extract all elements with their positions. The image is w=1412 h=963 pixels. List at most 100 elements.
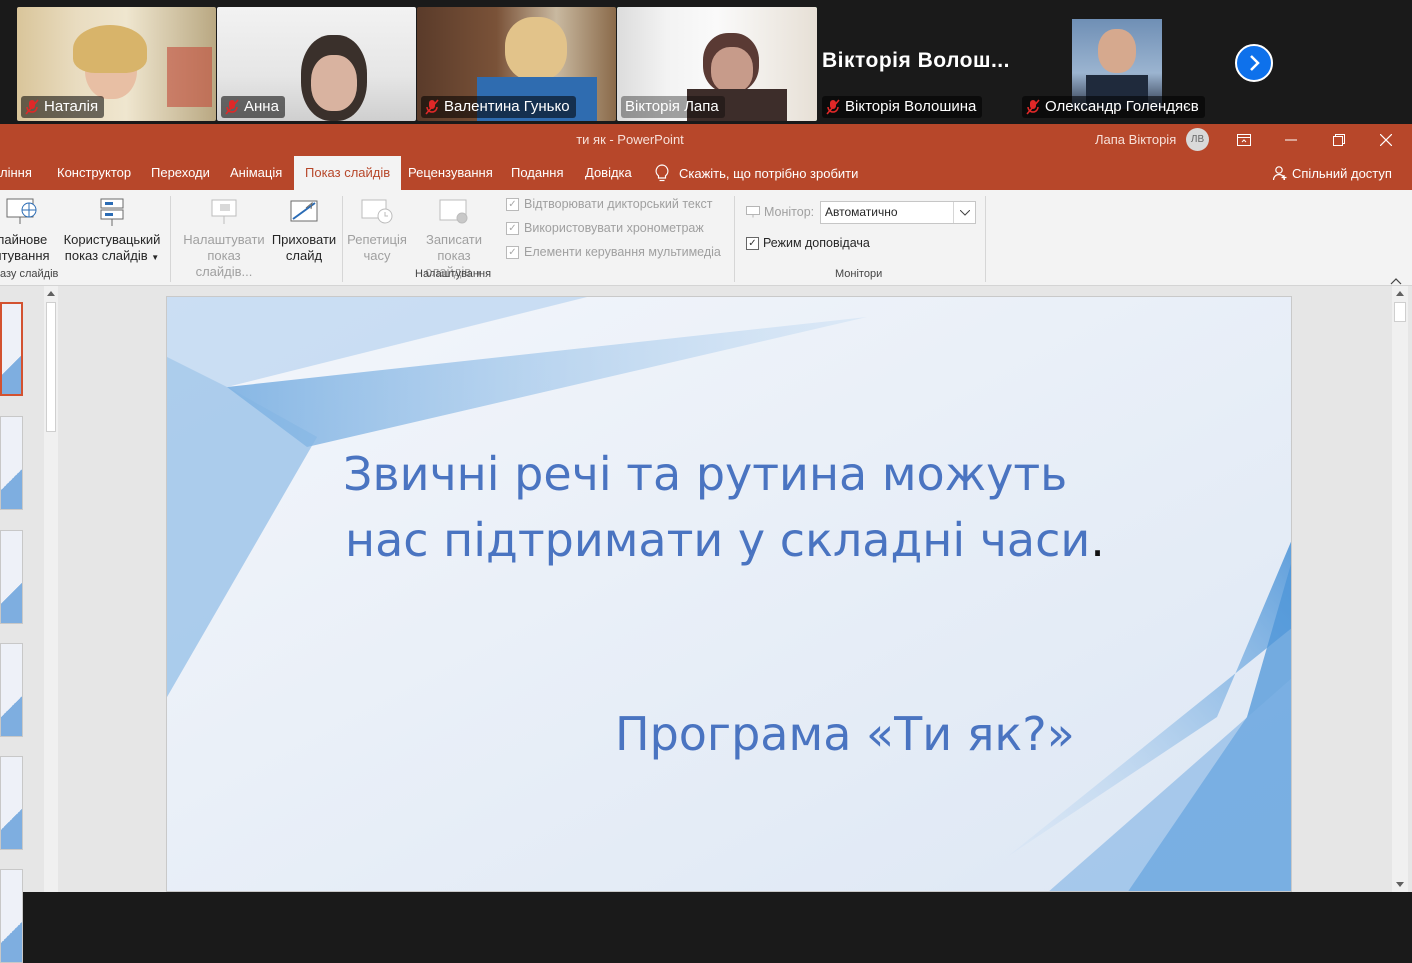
group-separator [734, 196, 735, 282]
restore-icon [1333, 134, 1345, 146]
show-media-controls-checkbox[interactable]: ✓ Елементи керування мультимедіа [506, 245, 721, 259]
group-separator [985, 196, 986, 282]
participant-tile[interactable]: Олександр Голендяєв [1018, 7, 1217, 121]
participant-tile[interactable]: Валентина Гунько [417, 7, 616, 121]
thumbnails-scrollbar[interactable] [44, 286, 58, 892]
tab-home[interactable]: ління [0, 156, 32, 190]
slide-thumbnail[interactable] [0, 869, 23, 963]
lightbulb-icon [655, 164, 669, 182]
use-timings-checkbox[interactable]: ✓ Використовувати хронометраж [506, 221, 704, 235]
group-separator [342, 196, 343, 282]
participant-name: Вікторія Лапа [625, 98, 719, 115]
account-name[interactable]: Лапа Вікторія [1095, 132, 1176, 147]
hide-slide-label-1: Приховати [271, 232, 337, 247]
zoom-participant-strip: Наталія Анна Валентина Гунько Вікторія Л… [0, 0, 1412, 124]
custom-slideshow-icon [100, 198, 124, 226]
scrollbar-thumb[interactable] [46, 302, 56, 432]
tab-slideshow[interactable]: Показ слайдів [294, 156, 402, 190]
share-button[interactable]: Спільний доступ [1272, 156, 1392, 190]
share-person-icon [1272, 166, 1287, 181]
slide-subtitle[interactable]: Програма «Ти як?» [615, 707, 1075, 761]
group-setup-label: Налаштування [415, 268, 492, 280]
slide-scrollbar[interactable] [1392, 286, 1408, 892]
participant-tile-active-speaker[interactable]: Вікторія Лапа [617, 7, 817, 121]
muted-mic-icon [1026, 99, 1040, 115]
group-separator [170, 196, 171, 282]
tab-transitions[interactable]: Переходи [151, 156, 210, 190]
rehearse-timings-button[interactable]: Репетиція часу [346, 196, 408, 264]
tell-me-search[interactable]: Скажіть, що потрібно зробити [655, 156, 858, 190]
slide-thumbnail[interactable] [0, 302, 23, 396]
group-start-slideshow-label: азу слайдів [0, 268, 59, 280]
slide-thumbnail[interactable] [0, 756, 23, 850]
close-button[interactable] [1363, 124, 1409, 156]
slide-thumbnail[interactable] [0, 416, 23, 510]
next-participants-button[interactable] [1235, 44, 1273, 82]
powerpoint-window: ти як - PowerPoint Лапа Вікторія ЛВ лінн… [0, 124, 1412, 963]
participant-name-tag: Анна [221, 96, 285, 118]
hide-slide-button[interactable]: Приховати слайд [270, 196, 338, 264]
custom-slideshow-button[interactable]: Користувацький показ слайдів ▼ [62, 196, 162, 266]
play-narrations-checkbox[interactable]: ✓ Відтворювати дикторський текст [506, 197, 712, 211]
restore-button[interactable] [1316, 124, 1362, 156]
ribbon-display-options-button[interactable] [1221, 124, 1267, 156]
ribbon-display-icon [1237, 134, 1251, 146]
hide-slide-icon [290, 200, 318, 222]
record-slideshow-icon [439, 199, 468, 224]
custom-slideshow-label-2: показ слайдів [64, 248, 148, 263]
scroll-up-icon [1396, 291, 1404, 296]
scrollbar-thumb[interactable] [1394, 302, 1406, 322]
participant-name-tag: Наталія [21, 96, 105, 118]
rehearse-label-2: часу [363, 248, 391, 263]
slide-background-art [167, 297, 1291, 891]
tab-animations[interactable]: Анімація [230, 156, 282, 190]
checkbox-label: Елементи керування мультимедіа [524, 245, 721, 259]
present-online-button[interactable]: лайнове нтування [0, 196, 50, 264]
presenter-view-label: Режим доповідача [763, 236, 870, 250]
slide-thumbnail[interactable] [0, 643, 23, 737]
participant-tile[interactable]: Наталія [17, 7, 216, 121]
minimize-button[interactable] [1268, 124, 1314, 156]
tab-help[interactable]: Довідка [585, 156, 632, 190]
record-label-1: Записати показ [425, 232, 483, 263]
participant-tile[interactable]: Анна [217, 7, 416, 121]
ribbon-tabs: ління Конструктор Переходи Анімація Пока… [0, 156, 1412, 190]
slide-thumbnails-panel [0, 286, 62, 963]
ribbon: лайнове нтування Користувацький показ сл… [0, 190, 1412, 286]
slide-canvas[interactable]: Звичні речі та рутина можуть нас підтрим… [166, 296, 1292, 892]
present-online-label-2: нтування [0, 248, 50, 263]
tab-design[interactable]: Конструктор [57, 156, 131, 190]
participant-tile[interactable]: Вікторія Волош... Вікторія Волошина [818, 7, 1017, 121]
participant-name: Вікторія Волошина [845, 98, 977, 115]
setup-slideshow-icon [211, 199, 237, 224]
muted-mic-icon [826, 99, 840, 115]
slide-title-line-2[interactable]: нас підтримати у складні часи. [345, 513, 1105, 567]
participant-display-name: Вікторія Волош... [822, 49, 1010, 72]
chevron-right-icon [1250, 55, 1260, 71]
slide-title-line-1[interactable]: Звичні речі та рутина можуть [343, 447, 1067, 501]
title-bar: ти як - PowerPoint Лапа Вікторія ЛВ [0, 124, 1412, 156]
checkbox-label: Використовувати хронометраж [524, 221, 704, 235]
participant-name-tag: Олександр Голендяєв [1022, 96, 1205, 118]
checkbox-checked-icon: ✓ [746, 236, 759, 250]
tab-review[interactable]: Рецензування [408, 156, 493, 190]
present-online-icon [6, 198, 37, 224]
checkbox-checked-icon: ✓ [506, 197, 519, 211]
custom-slideshow-label-1: Користувацький [63, 232, 161, 247]
scroll-down-icon [1396, 882, 1404, 887]
monitor-label: Монітор: [764, 205, 815, 219]
tell-me-text: Скажіть, що потрібно зробити [679, 165, 859, 181]
participant-name-tag: Вікторія Лапа [621, 96, 725, 118]
presenter-view-checkbox[interactable]: ✓ Режим доповідача [746, 236, 870, 250]
slide-title-line-2-text: нас підтримати у складні часи [345, 513, 1091, 567]
setup-label-2: показ слайдів... [195, 248, 253, 279]
slide-thumbnail[interactable] [0, 530, 23, 624]
rehearse-timings-icon [361, 199, 393, 224]
chevron-up-icon [1390, 278, 1402, 285]
avatar[interactable]: ЛВ [1186, 128, 1209, 151]
monitor-select[interactable]: Автоматично [820, 201, 976, 224]
checkbox-checked-icon: ✓ [506, 245, 519, 259]
participant-name: Олександр Голендяєв [1045, 98, 1199, 115]
setup-slideshow-button[interactable]: Налаштувати показ слайдів... [178, 196, 270, 280]
tab-view[interactable]: Подання [511, 156, 564, 190]
